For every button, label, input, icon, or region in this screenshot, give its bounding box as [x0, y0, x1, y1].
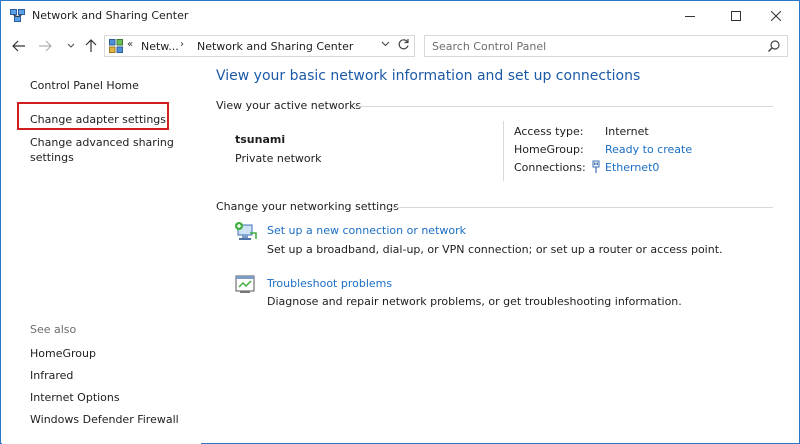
- page-title: View your basic network information and …: [216, 68, 641, 84]
- search-icon[interactable]: [767, 39, 781, 53]
- network-type: Private network: [235, 152, 322, 165]
- window-title: Network and Sharing Center: [32, 9, 189, 22]
- ethernet-icon[interactable]: [591, 160, 601, 174]
- setup-new-connection-link[interactable]: Set up a new connection or network: [267, 224, 466, 237]
- network-center-icon: [10, 9, 25, 22]
- recent-locations-icon[interactable]: [63, 38, 79, 54]
- change-settings-heading: Change your networking settings: [216, 200, 399, 213]
- back-arrow-icon[interactable]: [11, 38, 27, 54]
- internet-options-link[interactable]: Internet Options: [30, 390, 120, 405]
- setup-new-connection-description: Set up a broadband, dial-up, or VPN conn…: [267, 243, 723, 256]
- ethernet-connection-link[interactable]: Ethernet0: [605, 161, 659, 174]
- infrared-link[interactable]: Infrared: [30, 368, 73, 383]
- see-also-label: See also: [30, 323, 77, 336]
- change-adapter-settings-link[interactable]: Change adapter settings: [30, 112, 166, 127]
- active-networks-heading: View your active networks: [216, 99, 362, 112]
- forward-arrow-icon[interactable]: [37, 38, 53, 54]
- access-type-label: Access type:: [514, 125, 584, 138]
- minimize-button[interactable]: [667, 1, 713, 31]
- new-connection-icon: [234, 221, 258, 243]
- control-panel-home-link[interactable]: Control Panel Home: [30, 78, 139, 93]
- refresh-icon[interactable]: [397, 38, 410, 55]
- close-button[interactable]: [753, 1, 799, 31]
- vertical-divider: [503, 121, 504, 181]
- main-content: View your basic network information and …: [201, 63, 799, 444]
- network-name: tsunami: [235, 133, 286, 146]
- window: Network and Sharing Center « Netw... › N…: [0, 0, 800, 444]
- troubleshoot-icon: [234, 274, 258, 296]
- breadcrumb-network-internet[interactable]: Netw...: [141, 40, 179, 53]
- search-input[interactable]: Search Control Panel: [432, 40, 546, 53]
- left-pane: Control Panel Home Change adapter settin…: [2, 63, 201, 444]
- change-advanced-sharing-link[interactable]: Change advanced sharing settings: [30, 135, 180, 165]
- breadcrumb-separator[interactable]: ›: [180, 39, 184, 50]
- windows-defender-firewall-link[interactable]: Windows Defender Firewall: [30, 412, 179, 427]
- section-divider: [391, 207, 773, 208]
- troubleshoot-problems-description: Diagnose and repair network problems, or…: [267, 295, 682, 308]
- control-panel-icon: [109, 39, 123, 53]
- homegroup-label: HomeGroup:: [514, 143, 584, 156]
- access-type-value: Internet: [605, 125, 649, 138]
- breadcrumb-network-sharing-center[interactable]: Network and Sharing Center: [197, 40, 353, 53]
- section-divider: [353, 106, 773, 107]
- homegroup-link[interactable]: HomeGroup: [30, 346, 96, 361]
- troubleshoot-problems-link[interactable]: Troubleshoot problems: [267, 277, 392, 290]
- up-arrow-icon[interactable]: [83, 38, 99, 54]
- homegroup-ready-link[interactable]: Ready to create: [605, 143, 692, 156]
- title-bar[interactable]: Network and Sharing Center: [1, 1, 799, 31]
- address-dropdown-icon[interactable]: [381, 39, 390, 50]
- connections-label: Connections:: [514, 161, 586, 174]
- address-overflow-chevron[interactable]: «: [127, 39, 133, 50]
- search-box[interactable]: Search Control Panel: [424, 35, 788, 57]
- address-bar[interactable]: « Netw... › Network and Sharing Center: [104, 35, 415, 57]
